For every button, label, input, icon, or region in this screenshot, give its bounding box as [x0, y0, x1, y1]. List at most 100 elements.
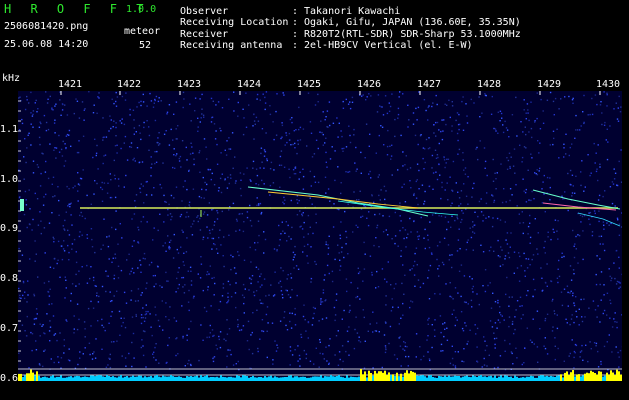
noise-pixel — [309, 121, 312, 123]
noise-pixel — [157, 319, 160, 322]
noise-pixel — [42, 365, 44, 368]
noise-pixel — [467, 176, 469, 178]
noise-pixel — [133, 133, 135, 135]
noise-pixel — [84, 328, 86, 330]
noise-pixel — [596, 255, 598, 257]
noise-pixel — [268, 294, 270, 296]
noise-pixel — [496, 172, 498, 174]
noise-pixel — [616, 118, 619, 120]
noise-pixel — [529, 236, 532, 239]
noise-pixel — [409, 217, 411, 220]
noise-pixel — [183, 264, 185, 266]
noise-pixel — [462, 152, 464, 154]
noise-pixel — [388, 215, 391, 218]
noise-pixel — [91, 246, 94, 248]
noise-pixel — [504, 339, 506, 342]
noise-pixel — [28, 132, 30, 134]
noise-pixel — [209, 324, 211, 327]
noise-pixel — [194, 97, 197, 99]
noise-pixel — [384, 345, 387, 347]
noise-pixel — [450, 205, 452, 207]
noise-pixel — [256, 98, 258, 100]
noise-pixel — [446, 158, 448, 160]
noise-pixel — [172, 257, 175, 259]
noise-pixel — [502, 264, 504, 266]
noise-pixel — [200, 197, 203, 199]
noise-pixel — [609, 125, 611, 127]
noise-pixel — [298, 354, 301, 357]
noise-pixel — [226, 187, 229, 189]
noise-pixel — [543, 174, 545, 177]
noise-pixel — [544, 319, 546, 322]
signal-level-bar — [376, 373, 378, 381]
noise-pixel — [326, 264, 329, 267]
noise-pixel — [515, 96, 517, 99]
noise-pixel — [42, 324, 44, 326]
noise-pixel — [373, 201, 375, 204]
noise-pixel — [516, 300, 519, 302]
signal-level-bar — [338, 375, 340, 381]
noise-pixel — [93, 193, 95, 195]
noise-pixel — [202, 213, 205, 215]
signal-level-bar — [418, 375, 420, 381]
noise-pixel — [605, 139, 607, 141]
noise-pixel — [451, 130, 453, 132]
noise-pixel — [497, 111, 499, 113]
noise-pixel — [571, 174, 574, 176]
noise-pixel — [149, 92, 151, 95]
noise-pixel — [90, 300, 92, 303]
noise-pixel — [227, 299, 230, 301]
noise-pixel — [73, 332, 75, 334]
noise-pixel — [116, 152, 118, 154]
noise-pixel — [121, 95, 124, 98]
noise-pixel — [114, 196, 117, 199]
noise-pixel — [201, 113, 203, 115]
noise-pixel — [129, 114, 131, 116]
noise-pixel — [211, 116, 213, 119]
noise-pixel — [614, 321, 616, 323]
noise-pixel — [301, 213, 303, 215]
noise-pixel — [589, 341, 591, 343]
noise-pixel — [131, 245, 134, 247]
noise-pixel — [448, 259, 450, 261]
noise-pixel — [497, 132, 499, 134]
noise-pixel — [606, 158, 609, 161]
signal-level-bar — [290, 375, 292, 381]
noise-pixel — [553, 310, 555, 312]
noise-pixel — [597, 199, 600, 201]
noise-pixel — [266, 306, 269, 308]
noise-pixel — [362, 309, 364, 311]
noise-pixel — [180, 213, 183, 216]
noise-pixel — [219, 346, 222, 349]
noise-pixel — [515, 347, 517, 349]
noise-pixel — [582, 359, 584, 361]
noise-pixel — [449, 254, 451, 256]
noise-pixel — [399, 345, 402, 347]
noise-pixel — [441, 186, 443, 188]
noise-pixel — [553, 114, 555, 116]
noise-pixel — [197, 220, 199, 223]
noise-pixel — [71, 243, 74, 245]
noise-pixel — [530, 153, 532, 155]
noise-pixel — [414, 285, 416, 287]
noise-pixel — [105, 270, 107, 272]
noise-pixel — [388, 110, 391, 112]
noise-pixel — [522, 131, 524, 133]
noise-pixel — [322, 353, 324, 355]
noise-pixel — [434, 293, 436, 295]
noise-pixel — [470, 299, 473, 302]
noise-pixel — [615, 102, 617, 104]
noise-pixel — [438, 142, 440, 145]
noise-pixel — [264, 151, 267, 153]
noise-pixel — [551, 300, 553, 302]
noise-pixel — [513, 251, 516, 253]
noise-pixel — [612, 183, 615, 185]
noise-pixel — [50, 358, 52, 360]
noise-pixel — [481, 112, 483, 114]
signal-level-bar — [306, 377, 308, 381]
noise-pixel — [263, 149, 266, 151]
noise-pixel — [602, 243, 604, 245]
noise-pixel — [137, 300, 139, 302]
noise-pixel — [39, 121, 41, 123]
noise-pixel — [202, 238, 204, 241]
